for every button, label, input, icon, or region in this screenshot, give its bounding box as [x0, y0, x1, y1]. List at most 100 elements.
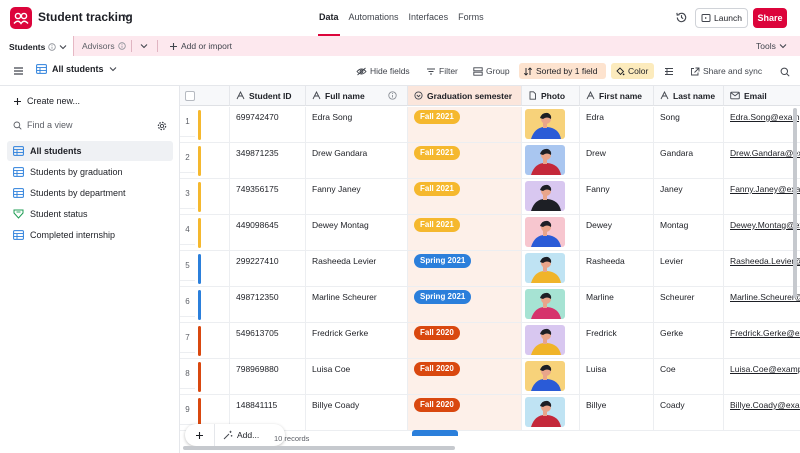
column-header-student-id[interactable]: Student ID — [230, 86, 306, 106]
tab-automations[interactable]: Automations — [344, 0, 404, 36]
cell-graduation-semester[interactable]: Spring 2021 — [408, 287, 522, 323]
group-button[interactable]: Group — [469, 63, 514, 79]
cell-student-id[interactable]: 699742470 — [230, 107, 306, 143]
student-photo-thumbnail[interactable] — [525, 145, 565, 175]
cell-full-name[interactable]: Luisa Coe — [306, 359, 408, 395]
cell-last-name[interactable]: Levier — [654, 251, 724, 287]
cell-student-id[interactable]: 498712350 — [230, 287, 306, 323]
column-header-email[interactable]: Email — [724, 86, 800, 106]
find-view-input[interactable]: Find a view — [13, 120, 73, 130]
table-tab-advisors[interactable]: Advisors — [82, 36, 126, 56]
cell-graduation-semester[interactable]: Fall 2021 — [408, 215, 522, 251]
cell-first-name[interactable]: Drew — [580, 143, 654, 179]
cell-first-name[interactable]: Edra — [580, 107, 654, 143]
cell-student-id[interactable]: 549613705 — [230, 323, 306, 359]
chevron-down-icon[interactable] — [59, 43, 67, 51]
cell-student-id[interactable]: 798969880 — [230, 359, 306, 395]
student-photo-thumbnail[interactable] — [525, 253, 565, 283]
student-photo-thumbnail[interactable] — [525, 325, 565, 355]
cell-photo[interactable] — [522, 359, 580, 395]
cell-student-id[interactable]: 299227410 — [230, 251, 306, 287]
cell-email[interactable]: Rasheeda.Levier@example.com — [724, 251, 800, 287]
cell-last-name[interactable]: Coe — [654, 359, 724, 395]
tab-forms[interactable]: Forms — [453, 0, 489, 36]
info-icon[interactable] — [48, 42, 57, 51]
table-tab-students[interactable]: Students — [0, 36, 74, 57]
cell-email[interactable]: Luisa.Coe@example.com — [724, 359, 800, 395]
student-photo-thumbnail[interactable] — [525, 181, 565, 211]
tab-interfaces[interactable]: Interfaces — [404, 0, 454, 36]
cell-first-name[interactable]: Fredrick — [580, 323, 654, 359]
history-icon[interactable] — [675, 11, 688, 24]
cell-last-name[interactable]: Song — [654, 107, 724, 143]
color-button[interactable]: Color — [611, 63, 654, 79]
cell-full-name[interactable]: Marline Scheurer — [306, 287, 408, 323]
launch-button[interactable]: Launch — [695, 8, 748, 28]
share-and-sync-button[interactable]: Share and sync — [686, 63, 766, 79]
cell-full-name[interactable]: Rasheeda Levier — [306, 251, 408, 287]
cell-email[interactable]: Dewey.Montag@example.com — [724, 215, 800, 251]
column-header-full-name[interactable]: Full name — [306, 86, 408, 106]
cell-student-id[interactable]: 449098645 — [230, 215, 306, 251]
tools-menu[interactable]: Tools — [756, 36, 787, 56]
cell-email[interactable]: Edra.Song@example.com — [724, 107, 800, 143]
cell-photo[interactable] — [522, 287, 580, 323]
view-switcher[interactable]: All students — [36, 64, 117, 74]
cell-full-name[interactable]: Drew Gandara — [306, 143, 408, 179]
cell-last-name[interactable]: Montag — [654, 215, 724, 251]
column-header-first-name[interactable]: First name — [580, 86, 654, 106]
gear-icon[interactable] — [157, 121, 167, 131]
cell-email[interactable]: Fredrick.Gerke@example.com — [724, 323, 800, 359]
row-height-button[interactable] — [660, 63, 678, 79]
select-all-checkbox[interactable] — [185, 90, 195, 101]
cell-email[interactable]: Marline.Scheurer@example.com — [724, 287, 800, 323]
column-header-last-name[interactable]: Last name — [654, 86, 724, 106]
cell-graduation-semester[interactable]: Spring 2021 — [408, 251, 522, 287]
cell-photo[interactable] — [522, 107, 580, 143]
add-or-import-button[interactable]: Add or import — [169, 36, 232, 56]
hide-fields-button[interactable]: Hide fields — [352, 63, 414, 79]
cell-last-name[interactable]: Janey — [654, 179, 724, 215]
sidebar-item-all-students[interactable]: All students — [7, 141, 173, 161]
student-photo-thumbnail[interactable] — [525, 217, 565, 247]
add-with-options-button[interactable]: Add... — [215, 430, 259, 440]
cell-full-name[interactable]: Fanny Janey — [306, 179, 408, 215]
create-new-view-button[interactable]: Create new... — [13, 96, 80, 106]
cell-email[interactable]: Drew.Gandara@example.com — [724, 143, 800, 179]
sidebar-item-student-status[interactable]: Student status — [7, 204, 173, 224]
column-header-photo[interactable]: Photo — [522, 86, 580, 106]
airtable-logo-icon[interactable] — [10, 7, 32, 29]
cell-full-name[interactable]: Edra Song — [306, 107, 408, 143]
cell-last-name[interactable]: Scheurer — [654, 287, 724, 323]
sidebar-item-students-by-graduation[interactable]: Students by graduation — [7, 162, 173, 182]
info-icon[interactable] — [388, 91, 397, 100]
cell-graduation-semester[interactable]: Fall 2021 — [408, 143, 522, 179]
cell-photo[interactable] — [522, 215, 580, 251]
student-photo-thumbnail[interactable] — [525, 361, 565, 391]
sidebar-item-students-by-department[interactable]: Students by department — [7, 183, 173, 203]
cell-student-id[interactable]: 349871235 — [230, 143, 306, 179]
cell-full-name[interactable]: Fredrick Gerke — [306, 323, 408, 359]
cell-last-name[interactable]: Gerke — [654, 323, 724, 359]
cell-graduation-semester[interactable]: Fall 2020 — [408, 323, 522, 359]
info-icon[interactable] — [117, 42, 126, 50]
student-photo-thumbnail[interactable] — [525, 109, 565, 139]
sidebar-item-completed-internship[interactable]: Completed internship — [7, 225, 173, 245]
cell-graduation-semester[interactable]: Fall 2020 — [408, 359, 522, 395]
vertical-scrollbar[interactable] — [793, 108, 797, 298]
cell-first-name[interactable]: Dewey — [580, 215, 654, 251]
cell-first-name[interactable]: Marline — [580, 287, 654, 323]
cell-student-id[interactable]: 749356175 — [230, 179, 306, 215]
add-record-button[interactable] — [185, 424, 215, 446]
share-button[interactable]: Share — [753, 8, 787, 28]
cell-graduation-semester[interactable]: Fall 2021 — [408, 107, 522, 143]
cell-first-name[interactable]: Luisa — [580, 359, 654, 395]
sort-button[interactable]: Sorted by 1 field — [519, 63, 606, 79]
chevron-down-icon[interactable] — [123, 12, 131, 20]
search-icon[interactable] — [780, 67, 790, 77]
all-tables-dropdown[interactable] — [140, 36, 148, 56]
horizontal-scrollbar[interactable] — [183, 446, 455, 450]
filter-button[interactable]: Filter — [422, 63, 462, 79]
cell-email[interactable]: Fanny.Janey@example.com — [724, 179, 800, 215]
cell-first-name[interactable]: Fanny — [580, 179, 654, 215]
